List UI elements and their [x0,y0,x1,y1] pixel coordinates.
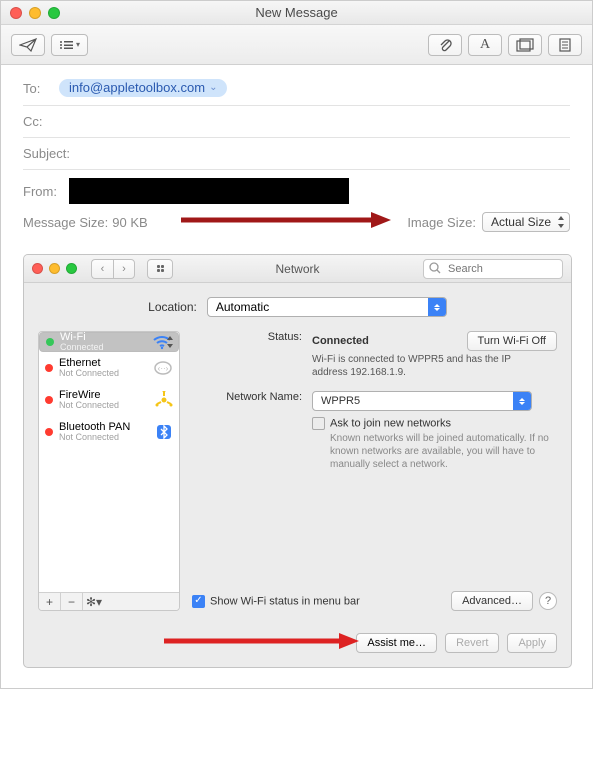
location-select[interactable]: Automatic [207,297,447,317]
subject-label: Subject: [23,146,70,161]
to-recipient-pill[interactable]: info@appletoolbox.com⌄ [59,79,227,97]
question-icon: ? [545,595,551,607]
apply-button[interactable]: Apply [507,633,557,653]
interface-detail: Status: Connected Turn Wi-Fi Off Wi-Fi i… [192,331,557,611]
show-all-button[interactable] [147,259,173,279]
annotation-arrow-1 [181,210,391,230]
firewire-icon [155,391,173,409]
annotation-arrow-2 [164,631,359,651]
search-icon [429,262,441,274]
gear-icon: ✻▾ [86,595,102,609]
network-window-image: ‹ › Network Location: Automatic [23,254,572,668]
close-button[interactable] [10,7,22,19]
stationery-button[interactable] [548,34,582,56]
header-fields-button[interactable]: ▾ [51,34,88,56]
network-name-label: Network Name: [192,391,312,411]
mail-toolbar: ▾ A [1,25,592,65]
help-button[interactable]: ? [539,592,557,610]
sidebar-item-ethernet[interactable]: EthernetNot Connected ‹··› [39,352,179,384]
zoom-button[interactable] [48,7,60,19]
photo-stack-icon [516,38,534,52]
mail-titlebar: New Message [1,1,592,25]
plus-icon: + [46,595,53,609]
forward-button[interactable]: › [113,259,135,279]
from-redacted [69,178,349,204]
subject-row[interactable]: Subject: [23,138,570,170]
sidebar-item-wifi[interactable]: Wi-FiConnected [39,332,179,352]
ethernet-icon: ‹··› [153,360,173,376]
grid-icon [157,265,164,272]
remove-interface-button[interactable]: − [61,593,83,610]
zoom-button[interactable] [66,263,77,274]
chevron-left-icon: ‹ [101,263,105,275]
status-dot-connected [46,338,54,346]
minimize-button[interactable] [49,263,60,274]
sidebar-item-status: Not Connected [59,401,119,411]
cc-label: Cc: [23,114,51,129]
list-icon [59,40,73,50]
letter-a-icon: A [480,37,490,53]
assist-me-button[interactable]: Assist me… [356,633,437,653]
message-body[interactable]: ‹ › Network Location: Automatic [1,242,592,688]
from-label: From: [23,184,61,199]
turn-wifi-off-button[interactable]: Turn Wi-Fi Off [467,331,557,351]
search-input[interactable] [423,259,563,279]
to-label: To: [23,81,51,96]
revert-button[interactable]: Revert [445,633,499,653]
chevron-down-icon: ⌄ [209,82,217,93]
chevron-right-icon: › [122,263,126,275]
advanced-button[interactable]: Advanced… [451,591,533,611]
network-footer-buttons: Assist me… Revert Apply [24,623,571,667]
window-title: New Message [1,5,592,20]
status-label: Status: [192,331,312,379]
message-size-label: Message Size: [23,215,108,230]
network-name-select[interactable]: WPPR5 [312,391,532,411]
location-label: Location: [148,300,197,314]
back-button[interactable]: ‹ [91,259,113,279]
interface-sidebar: Wi-FiConnected EthernetNot Connected ‹··… [38,331,180,611]
to-row: To: info@appletoolbox.com⌄ [23,71,570,106]
document-icon [559,38,571,52]
wifi-icon [152,334,172,350]
send-button[interactable] [11,34,45,56]
status-dot-disconnected [45,364,53,372]
paper-plane-icon [19,38,37,52]
minimize-button[interactable] [29,7,41,19]
from-row: From: [23,170,570,208]
sidebar-item-status: Not Connected [59,433,130,443]
status-dot-disconnected [45,396,53,404]
close-button[interactable] [32,263,43,274]
message-size-row: Message Size: 90 KB Image Size: Actual S… [1,208,592,242]
show-wifi-status-label: Show Wi-Fi status in menu bar [210,595,360,607]
image-size-select[interactable]: Actual Size [482,212,570,232]
cc-row[interactable]: Cc: [23,106,570,138]
chevron-down-icon: ▾ [76,40,80,49]
status-help-text: Wi-Fi is connected to WPPR5 and has the … [312,351,542,379]
minus-icon: − [68,595,75,609]
network-titlebar: ‹ › Network [24,255,571,283]
ask-to-join-label: Ask to join new networks [330,417,451,429]
status-dot-disconnected [45,428,53,436]
sidebar-item-status: Not Connected [59,369,119,379]
bluetooth-icon [155,423,173,441]
ask-to-join-help: Known networks will be joined automatica… [330,430,550,471]
image-size-label: Image Size: [407,215,476,230]
sidebar-item-bluetooth-pan[interactable]: Bluetooth PANNot Connected [39,416,179,448]
paperclip-icon [438,37,452,53]
format-button[interactable]: A [468,34,502,56]
message-size-value: 90 KB [112,215,147,230]
ask-to-join-checkbox[interactable] [312,417,325,430]
interface-actions-button[interactable]: ✻▾ [83,593,105,610]
sidebar-item-firewire[interactable]: FireWireNot Connected [39,384,179,416]
svg-text:‹··›: ‹··› [158,364,169,373]
show-wifi-status-checkbox[interactable] [192,595,205,608]
add-interface-button[interactable]: + [39,593,61,610]
photo-browser-button[interactable] [508,34,542,56]
attach-button[interactable] [428,34,462,56]
status-value: Connected [312,335,369,347]
